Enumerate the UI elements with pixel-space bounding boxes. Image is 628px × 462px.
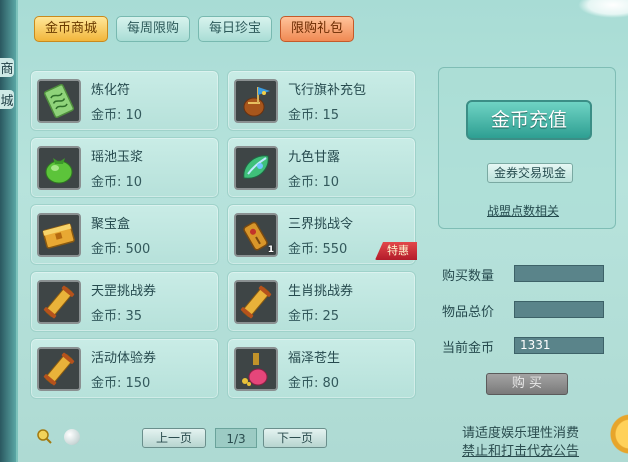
item-name: 聚宝盒 — [91, 217, 131, 232]
special-offer-badge: 特惠 — [375, 242, 417, 260]
shop-item[interactable]: 瑶池玉浆 金币: 10 — [30, 137, 219, 198]
nectar-icon — [234, 146, 278, 190]
left-side-tabs: 商 城 — [0, 0, 16, 462]
current-gold-label: 当前金币 — [442, 341, 495, 356]
tab-weekly-limit[interactable]: 每周限购 — [116, 16, 191, 42]
prev-page-button[interactable]: 上一页 — [142, 428, 206, 448]
moderate-play-notice: 请适度娱乐理性消费 — [462, 426, 580, 441]
item-name: 福泽苍生 — [288, 351, 341, 366]
scroll-icon — [234, 280, 278, 324]
shop-item[interactable]: 聚宝盒 金币: 500 — [30, 204, 219, 265]
side-tab-char[interactable]: 城 — [0, 90, 14, 109]
item-price: 金币: 35 — [91, 309, 143, 324]
item-name: 九色甘露 — [288, 150, 341, 165]
talisman-icon — [37, 79, 81, 123]
item-name: 瑶池玉浆 — [91, 150, 144, 165]
shop-item[interactable]: 活动体验券 金币: 150 — [30, 338, 219, 399]
next-page-button[interactable]: 下一页 — [263, 428, 327, 448]
gold-recharge-button[interactable]: 金币充值 — [466, 100, 592, 140]
item-price: 金币: 150 — [91, 376, 151, 391]
item-name: 天罡挑战券 — [91, 284, 157, 299]
item-price: 金币: 10 — [91, 175, 143, 190]
item-name: 炼化符 — [91, 83, 131, 98]
anti-proxy-recharge-link[interactable]: 禁止和打击代充公告 — [462, 440, 579, 459]
page-indicator: 1/3 — [215, 428, 257, 448]
shop-item[interactable]: 生肖挑战券 金币: 25 — [227, 271, 416, 332]
flag-pack-icon — [234, 79, 278, 123]
shop-item[interactable]: 福泽苍生 金币: 80 — [227, 338, 416, 399]
total-price-field — [514, 301, 604, 318]
item-price: 金币: 550 — [288, 242, 348, 257]
qty-input[interactable] — [514, 265, 604, 282]
item-name: 生肖挑战券 — [288, 284, 354, 299]
jade-potion-icon — [37, 146, 81, 190]
tab-daily-treasure[interactable]: 每日珍宝 — [198, 16, 273, 42]
side-tab-char[interactable]: 商 — [0, 58, 14, 77]
item-name: 飞行旗补充包 — [288, 83, 367, 98]
toggle-dot-icon[interactable] — [64, 429, 80, 445]
scroll-icon — [37, 280, 81, 324]
item-grid: 炼化符 金币: 10 飞行旗补充包 金币: 15 瑶池玉浆 金币: 10 九色甘… — [30, 70, 417, 399]
tab-limited-gift[interactable]: 限购礼包 — [280, 16, 355, 42]
shop-item[interactable]: 炼化符 金币: 10 — [30, 70, 219, 131]
corner-ornament-icon — [606, 400, 628, 462]
tab-gold-shop[interactable]: 金币商城 — [34, 16, 109, 42]
shop-tabs: 金币商城 每周限购 每日珍宝 限购礼包 — [34, 16, 355, 42]
magnifier-icon[interactable] — [36, 428, 52, 444]
buy-button[interactable]: 购 买 — [486, 373, 568, 395]
scroll-icon — [37, 347, 81, 391]
recharge-box: 金币充值 金券交易现金 战盟点数相关 — [438, 67, 616, 229]
shop-item[interactable]: 天罡挑战券 金币: 35 — [30, 271, 219, 332]
item-price: 金币: 500 — [91, 242, 151, 257]
shop-item[interactable]: 九色甘露 金币: 10 — [227, 137, 416, 198]
item-name: 三界挑战令 — [288, 217, 354, 232]
voucher-exchange-button[interactable]: 金券交易现金 — [487, 163, 573, 183]
challenge-token-icon: 1 — [234, 213, 278, 257]
shop-item[interactable]: 飞行旗补充包 金币: 15 — [227, 70, 416, 131]
item-price: 金币: 25 — [288, 309, 340, 324]
alliance-points-link[interactable]: 战盟点数相关 — [487, 202, 559, 219]
item-price: 金币: 15 — [288, 108, 340, 123]
shop-panel: 金币商城 每周限购 每日珍宝 限购礼包 炼化符 金币: 10 飞行旗补充包 金币… — [16, 0, 628, 462]
item-count: 1 — [267, 245, 274, 255]
item-price: 金币: 10 — [91, 108, 143, 123]
potion-bottle-icon — [234, 347, 278, 391]
item-name: 活动体验券 — [91, 351, 157, 366]
item-price: 金币: 10 — [288, 175, 340, 190]
treasure-box-icon — [37, 213, 81, 257]
current-gold-field: 1331 — [514, 337, 604, 354]
shop-item[interactable]: 1 三界挑战令 金币: 550 特惠 — [227, 204, 417, 265]
qty-label: 购买数量 — [442, 269, 495, 284]
item-price: 金币: 80 — [288, 376, 340, 391]
total-price-label: 物品总价 — [442, 305, 495, 320]
